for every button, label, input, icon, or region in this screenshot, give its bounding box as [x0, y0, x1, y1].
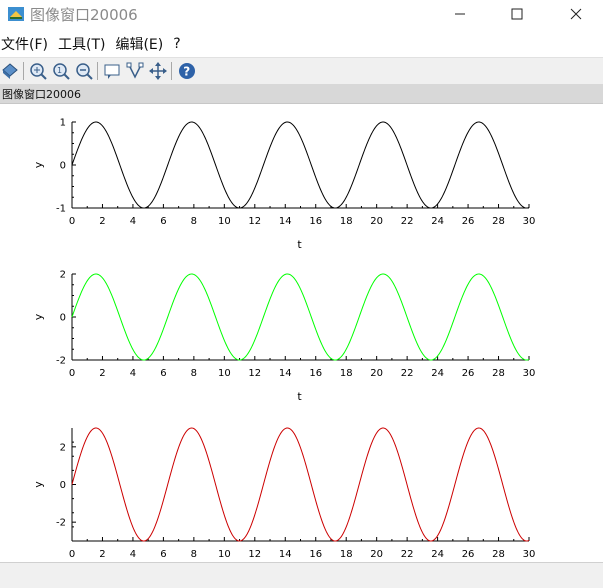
x-tick-label: 24 — [431, 549, 444, 560]
y-tick-label: 0 — [60, 161, 66, 172]
x-axis-label: t — [297, 238, 302, 251]
x-tick-label: 26 — [462, 216, 475, 227]
y-tick-label: -1 — [56, 204, 66, 215]
x-tick-label: 18 — [340, 549, 353, 560]
x-tick-label: 8 — [191, 549, 197, 560]
x-tick-label: 12 — [248, 216, 261, 227]
x-tick-label: 10 — [218, 216, 231, 227]
datatip-edit-icon[interactable] — [125, 61, 145, 81]
x-tick-label: 2 — [99, 216, 105, 227]
x-tick-label: 0 — [69, 549, 75, 560]
x-tick-label: 20 — [370, 216, 383, 227]
close-button[interactable] — [553, 0, 599, 28]
y-tick-label: 0 — [60, 313, 66, 324]
y-axis-label: y — [32, 161, 45, 168]
x-tick-label: 4 — [130, 549, 136, 560]
menu-help[interactable]: ? — [172, 36, 185, 52]
help-icon[interactable]: ? — [177, 61, 197, 81]
x-tick-label: 16 — [309, 216, 322, 227]
y-tick-label: 1 — [60, 118, 66, 129]
figure-tab-label: 图像窗口20006 — [2, 88, 81, 101]
x-tick-label: 14 — [279, 368, 292, 379]
x-tick-label: 16 — [309, 368, 322, 379]
y-tick-label: 0 — [60, 480, 66, 491]
x-tick-label: 6 — [160, 368, 166, 379]
x-tick-label: 2 — [99, 549, 105, 560]
menu-file[interactable]: 文件(F) — [0, 34, 53, 54]
x-tick-label: 18 — [340, 216, 353, 227]
y-axis-label: y — [32, 313, 45, 320]
x-tick-label: 30 — [523, 216, 536, 227]
window-title: 图像窗口20006 — [30, 6, 138, 24]
x-tick-label: 4 — [130, 368, 136, 379]
x-tick-label: 16 — [309, 549, 322, 560]
x-tick-label: 30 — [523, 368, 536, 379]
x-tick-label: 20 — [370, 549, 383, 560]
x-tick-label: 14 — [279, 549, 292, 560]
figure-tab[interactable]: 图像窗口20006 — [0, 84, 603, 104]
x-tick-label: 26 — [462, 368, 475, 379]
title-bar: 图像窗口20006 — [0, 0, 603, 32]
x-tick-label: 22 — [401, 216, 414, 227]
svg-text:1: 1 — [57, 66, 62, 75]
x-tick-label: 12 — [248, 549, 261, 560]
menu-edit[interactable]: 编辑(E) — [114, 34, 168, 54]
minimize-icon — [455, 13, 465, 15]
y-tick-label: 2 — [60, 442, 66, 453]
minimize-button[interactable] — [437, 0, 483, 28]
x-tick-label: 28 — [492, 368, 505, 379]
x-tick-label: 22 — [401, 549, 414, 560]
x-tick-label: 20 — [370, 368, 383, 379]
series-line — [71, 427, 530, 542]
x-tick-label: 6 — [160, 216, 166, 227]
x-tick-label: 24 — [431, 216, 444, 227]
x-tick-label: 8 — [191, 368, 197, 379]
y-tick-label: -2 — [56, 518, 66, 529]
x-tick-label: 10 — [218, 549, 231, 560]
scilab-app-icon — [8, 7, 24, 21]
x-tick-label: 26 — [462, 549, 475, 560]
toolbar-separator — [23, 62, 24, 80]
x-tick-label: 30 — [523, 549, 536, 560]
zoom-out-icon[interactable] — [74, 61, 94, 81]
x-tick-label: 22 — [401, 368, 414, 379]
zoom-area-icon[interactable] — [28, 61, 48, 81]
x-tick-label: 0 — [69, 368, 75, 379]
x-tick-label: 8 — [191, 216, 197, 227]
toolbar: 1 ? — [0, 57, 603, 85]
x-tick-label: 28 — [492, 216, 505, 227]
x-tick-label: 14 — [279, 216, 292, 227]
status-bar — [0, 562, 603, 588]
x-tick-label: 18 — [340, 368, 353, 379]
series-line — [71, 273, 530, 361]
plot-area: 0 2 4 6 8 10 12 14 16 18 20 22 24 26 28 30-101yt0 2 4 6 8 10… — [32, 118, 536, 561]
maximize-icon — [511, 8, 523, 20]
menu-tools[interactable]: 工具(T) — [57, 34, 110, 54]
y-axis-label: y — [32, 481, 45, 488]
menu-bar: 文件(F) 工具(T) 编辑(E) ? — [0, 32, 603, 56]
zoom-in-icon[interactable]: 1 — [51, 61, 71, 81]
y-tick-label: 2 — [60, 270, 66, 281]
x-tick-label: 0 — [69, 216, 75, 227]
svg-text:?: ? — [183, 65, 190, 79]
y-tick-label: -2 — [56, 356, 66, 367]
maximize-button[interactable] — [494, 0, 540, 28]
x-tick-label: 12 — [248, 368, 261, 379]
series-line — [71, 121, 530, 209]
x-tick-label: 24 — [431, 368, 444, 379]
x-tick-label: 4 — [130, 216, 136, 227]
toolbar-separator — [97, 62, 98, 80]
x-tick-label: 28 — [492, 549, 505, 560]
pan-icon[interactable] — [148, 61, 168, 81]
rotate-3d-icon[interactable] — [0, 61, 20, 81]
x-tick-label: 6 — [160, 549, 166, 560]
x-tick-label: 10 — [218, 368, 231, 379]
x-axis-label: t — [297, 390, 302, 403]
x-tick-label: 2 — [99, 368, 105, 379]
datatip-icon[interactable] — [102, 61, 122, 81]
close-icon — [570, 8, 582, 20]
toolbar-separator — [171, 62, 172, 80]
